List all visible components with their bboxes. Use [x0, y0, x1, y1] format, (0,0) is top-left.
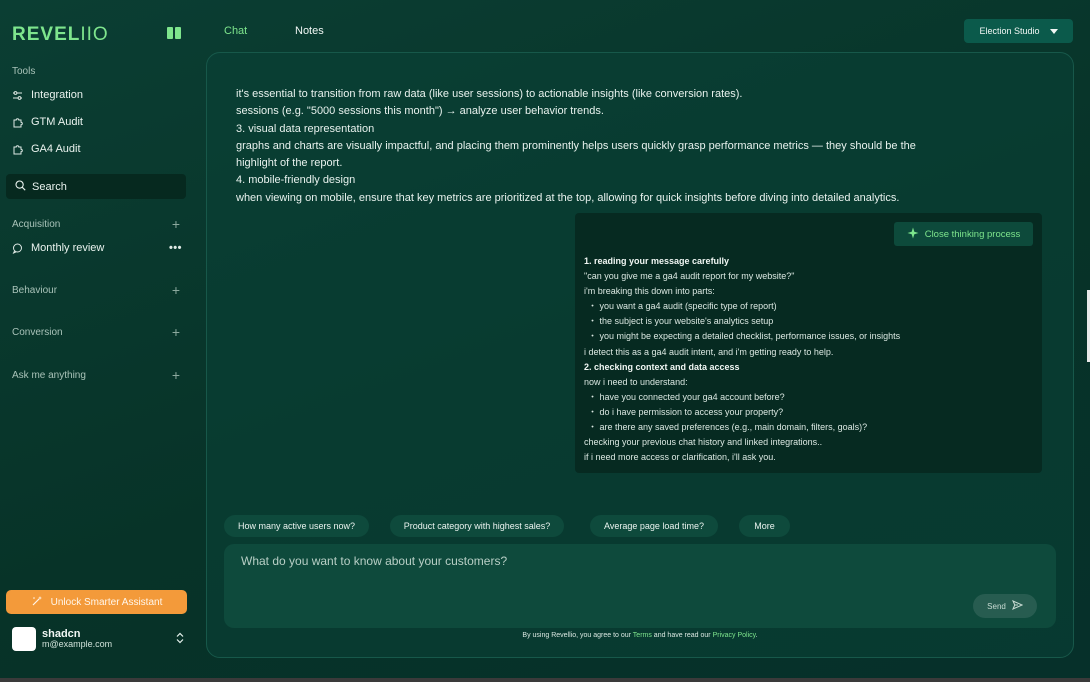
- caret-down-icon: [1049, 28, 1058, 34]
- chat-bubble-icon: [12, 243, 23, 254]
- add-icon[interactable]: +: [172, 368, 180, 382]
- thinking-line: i'm breaking this down into parts:: [584, 286, 715, 297]
- response-line: when viewing on mobile, ensure that key …: [236, 191, 900, 204]
- send-icon: [1011, 599, 1024, 613]
- thinking-bullet: ・ you want a ga4 audit (specific type of…: [588, 301, 777, 312]
- unlock-assistant-button[interactable]: Unlock Smarter Assistant: [6, 590, 187, 614]
- group-conversion[interactable]: Conversion +: [12, 324, 180, 340]
- disclaimer-suffix: .: [755, 632, 758, 639]
- terms-link[interactable]: Terms: [633, 632, 652, 639]
- logo-thin: IIO: [80, 24, 109, 45]
- thinking-process-panel: Close thinking process 1. reading your m…: [575, 213, 1042, 473]
- thinking-line: if i need more access or clarification, …: [584, 452, 776, 463]
- group-label: Behaviour: [12, 284, 58, 296]
- disclaimer-prefix: By using Revellio, you agree to our: [522, 632, 633, 639]
- avatar: [12, 627, 36, 651]
- thinking-bullet: ・ do i have permission to access your pr…: [588, 406, 784, 417]
- sidebar-item-ga4-audit[interactable]: GA4 Audit: [12, 139, 186, 159]
- studio-label: Election Studio: [979, 26, 1040, 36]
- assistant-response: it's essential to transition from raw da…: [236, 86, 1026, 207]
- group-label: Conversion: [12, 326, 63, 338]
- add-icon[interactable]: +: [172, 325, 180, 339]
- thinking-line: "can you give me a ga4 audit report for …: [584, 271, 795, 282]
- more-options-icon[interactable]: •••: [169, 242, 182, 254]
- puzzle-icon: [12, 117, 23, 128]
- sidebar-item-label: Integration: [31, 89, 83, 101]
- group-label: Ask me anything: [12, 369, 86, 381]
- sidebar-toggle-icon[interactable]: [167, 27, 181, 39]
- sidebar-item-label: GA4 Audit: [31, 143, 81, 155]
- tools-label: Tools: [12, 66, 36, 77]
- disclaimer-middle: and have read our: [651, 632, 713, 639]
- thinking-bullet: ・ have you connected your ga4 account be…: [588, 391, 785, 402]
- add-icon[interactable]: +: [172, 283, 180, 297]
- unlock-label: Unlock Smarter Assistant: [50, 596, 163, 608]
- user-email: m@example.com: [42, 639, 113, 650]
- tab-chat[interactable]: Chat: [224, 25, 247, 37]
- sliders-icon: [12, 90, 23, 101]
- suggestion-chip[interactable]: How many active users now?: [224, 515, 369, 537]
- puzzle-icon: [12, 144, 23, 155]
- brand-logo[interactable]: REVELIIO: [12, 24, 109, 46]
- close-thinking-label: Close thinking process: [924, 228, 1021, 240]
- app-window: REVELIIO Tools Integration GTM Audit GA4…: [0, 0, 1090, 678]
- message-input[interactable]: [241, 554, 961, 568]
- tab-notes[interactable]: Notes: [295, 25, 324, 37]
- window-bottom-edge: [0, 678, 1090, 682]
- search-label: Search: [32, 180, 67, 193]
- thinking-text: 1. reading your message carefully "can y…: [584, 254, 1034, 465]
- thinking-line: checking your previous chat history and …: [584, 437, 823, 448]
- group-label: Acquisition: [12, 218, 61, 230]
- response-line: 4. mobile-friendly design: [236, 174, 356, 187]
- thinking-heading: 2. checking context and data access: [584, 361, 740, 372]
- chevron-up-down-icon: [176, 632, 184, 646]
- thinking-line: now i need to understand:: [584, 376, 688, 387]
- send-button[interactable]: Send: [973, 594, 1037, 618]
- sidebar-item-label: GTM Audit: [31, 116, 83, 128]
- sidebar-item-integration[interactable]: Integration: [12, 85, 186, 105]
- thinking-bullet: ・ you might be expecting a detailed chec…: [588, 331, 901, 342]
- group-acquisition[interactable]: Acquisition +: [12, 216, 180, 232]
- thinking-bullet: ・ are there any saved preferences (e.g.,…: [588, 422, 868, 433]
- group-ask-me-anything[interactable]: Ask me anything +: [12, 367, 180, 383]
- sparkle-icon: [907, 227, 919, 241]
- sidebar-item-monthly-review[interactable]: Monthly review •••: [12, 238, 182, 258]
- add-icon[interactable]: +: [172, 217, 180, 231]
- privacy-policy-link[interactable]: Privacy Policy: [713, 632, 756, 639]
- response-line: highlight of the report.: [236, 157, 343, 170]
- search-icon: [15, 179, 26, 194]
- disclaimer: By using Revellio, you agree to our Term…: [224, 632, 1056, 639]
- logo-bold: REVEL: [12, 24, 81, 45]
- sidebar-search[interactable]: Search: [6, 174, 186, 199]
- thinking-heading: 1. reading your message carefully: [584, 256, 730, 266]
- sidebar: REVELIIO Tools Integration GTM Audit GA4…: [0, 0, 198, 678]
- sidebar-item-label: Monthly review: [31, 242, 105, 254]
- sidebar-item-gtm-audit[interactable]: GTM Audit: [12, 112, 186, 132]
- send-label: Send: [987, 601, 1006, 611]
- suggestion-chip[interactable]: Average page load time?: [590, 515, 718, 537]
- response-line: it's essential to transition from raw da…: [236, 88, 743, 100]
- message-composer: Send: [224, 544, 1056, 628]
- response-line: 3. visual data representation: [236, 122, 375, 135]
- response-line: graphs and charts are visually impactful…: [236, 139, 916, 152]
- group-behaviour[interactable]: Behaviour +: [12, 282, 180, 298]
- suggestion-chip[interactable]: Product category with highest sales?: [390, 515, 564, 537]
- magic-wand-icon: [31, 595, 43, 610]
- thinking-bullet: ・ the subject is your website's analytic…: [588, 316, 774, 327]
- close-thinking-button[interactable]: Close thinking process: [894, 222, 1033, 246]
- user-menu[interactable]: shadcn m@example.com: [12, 626, 184, 652]
- suggestion-chip-more[interactable]: More: [739, 515, 790, 537]
- studio-select[interactable]: Election Studio: [964, 19, 1073, 43]
- response-line: sessions (e.g. "5000 sessions this month…: [236, 105, 604, 118]
- thinking-line: i detect this as a ga4 audit intent, and…: [584, 346, 834, 357]
